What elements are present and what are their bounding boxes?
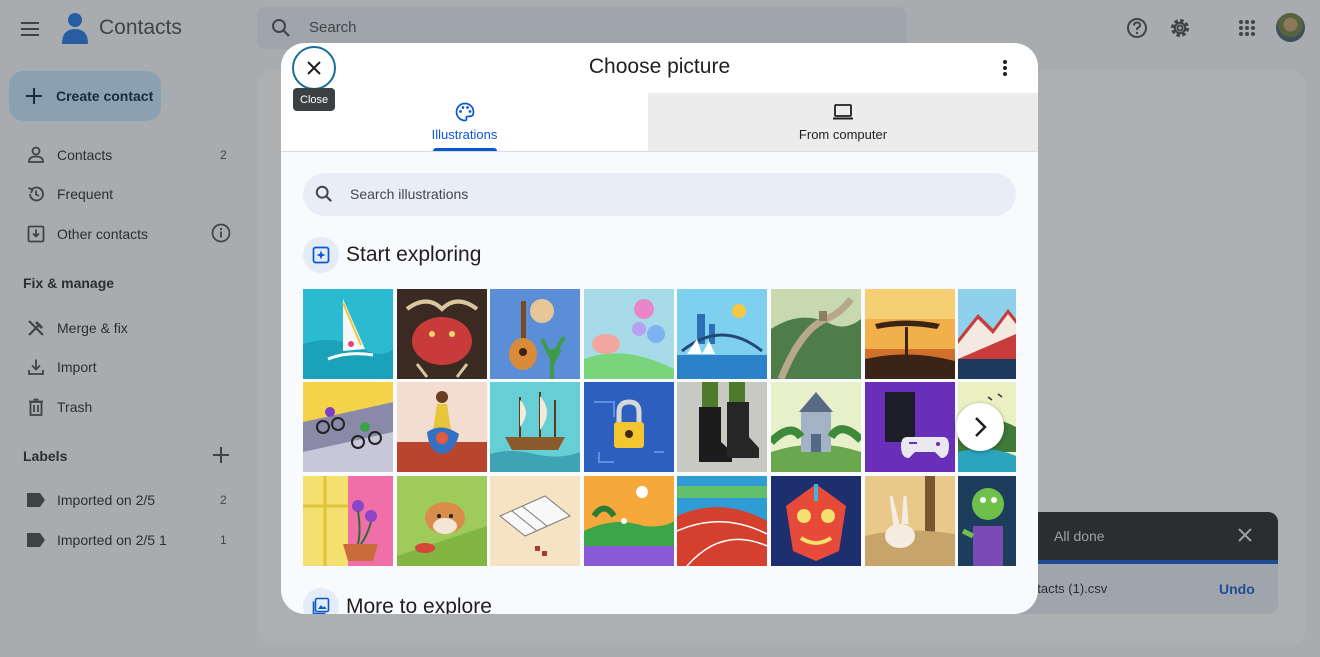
illustration-orchid-window[interactable]: [303, 476, 393, 566]
illustration-sydney[interactable]: [677, 289, 767, 379]
tab-from-computer[interactable]: From computer: [648, 93, 1038, 151]
section-title-more-to-explore: More to explore: [346, 595, 492, 614]
illustration-castle[interactable]: [771, 382, 861, 472]
illustration-cyclists[interactable]: [303, 382, 393, 472]
start-exploring-icon: [303, 237, 339, 273]
dialog-header: Choose picture: [281, 43, 1038, 93]
more-options-button[interactable]: [994, 57, 1016, 79]
palette-icon: [454, 102, 476, 122]
tab-label: From computer: [798, 127, 888, 142]
carousel-next-button[interactable]: [956, 403, 1004, 451]
illustration-running-track[interactable]: [677, 476, 767, 566]
more-vert-icon: [1003, 60, 1007, 76]
more-to-explore-icon: [303, 588, 339, 614]
illustration-snowy-mountains[interactable]: [958, 289, 1016, 379]
illustration-board-game[interactable]: [490, 476, 580, 566]
search-placeholder: Search illustrations: [350, 186, 469, 202]
tab-illustrations[interactable]: Illustrations: [281, 93, 648, 151]
illustration-tribal-mask[interactable]: [771, 476, 861, 566]
illustration-sailing-ship[interactable]: [490, 382, 580, 472]
illustration-guitar-plant[interactable]: [490, 289, 580, 379]
illustration-bubbles[interactable]: [584, 289, 674, 379]
picture-source-tabs: Illustrations From computer: [281, 93, 1038, 152]
illustration-great-wall[interactable]: [771, 289, 861, 379]
illustration-boots[interactable]: [677, 382, 767, 472]
active-tab-indicator: [433, 148, 497, 151]
illustration-hare[interactable]: [865, 476, 955, 566]
illustration-grid: [303, 289, 1016, 567]
tab-label: Illustrations: [431, 127, 498, 142]
illustrations-search-input[interactable]: Search illustrations: [303, 173, 1016, 216]
illustration-savanna-sunset[interactable]: [865, 289, 955, 379]
close-tooltip: Close: [293, 88, 336, 111]
illustration-crocodile[interactable]: [584, 476, 674, 566]
section-title-start-exploring: Start exploring: [346, 243, 482, 266]
laptop-icon: [832, 102, 854, 122]
illustration-red-bull[interactable]: [397, 289, 487, 379]
illustration-zombie[interactable]: [958, 476, 1016, 566]
search-icon: [315, 185, 332, 202]
illustration-flamenco[interactable]: [397, 382, 487, 472]
illustration-game-console[interactable]: [865, 382, 955, 472]
illustration-bulldog[interactable]: [397, 476, 487, 566]
illustration-windsurfer[interactable]: [303, 289, 393, 379]
dialog-title: Choose picture: [588, 55, 731, 78]
illustration-padlock[interactable]: [584, 382, 674, 472]
chevron-right-icon: [975, 417, 987, 437]
choose-picture-dialog: Choose picture Illustrations From comput…: [281, 43, 1038, 614]
